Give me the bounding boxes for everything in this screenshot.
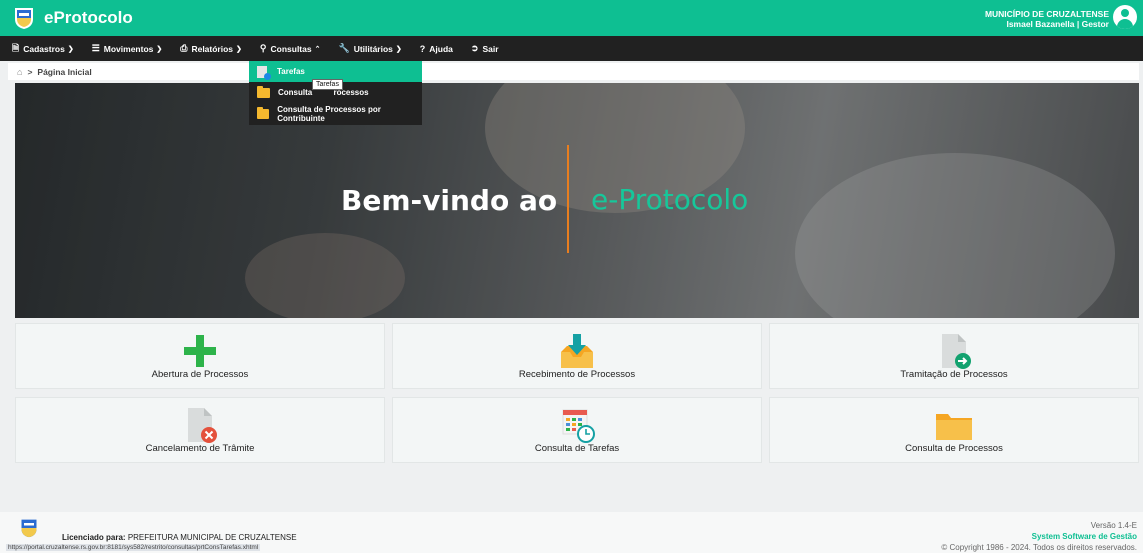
menu-cadastros[interactable]: 🗎 Cadastros ❯	[12, 41, 74, 57]
folder-icon	[257, 106, 270, 119]
calendar-clock-icon	[557, 406, 597, 444]
shortcut-recebimento-processos[interactable]: Recebimento de Processos	[392, 323, 762, 389]
footer: Licenciado para: PREFEITURA MUNICIPAL DE…	[0, 512, 1143, 553]
user-avatar-icon[interactable]	[1113, 5, 1137, 29]
menu-movimentos[interactable]: ☰ Movimentos ❯	[92, 43, 163, 54]
shortcut-tramitacao-processos[interactable]: Tramitação de Processos	[769, 323, 1139, 389]
menu-item-label: Consulta de Processos por Contribuinte	[277, 104, 381, 123]
user-info[interactable]: MUNICÍPIO DE CRUZALTENSE Ismael Bazanell…	[985, 9, 1109, 29]
licensee-name: PREFEITURA MUNICIPAL DE CRUZALTENSE	[127, 533, 297, 542]
copyright-text: © Copyright 1986 - 2024. Todos os direit…	[941, 543, 1137, 552]
shortcut-label: Consulta de Processos	[905, 443, 1003, 454]
version-text: Versão 1.4-E	[1090, 521, 1137, 530]
chevron-down-icon: ❯	[236, 45, 242, 53]
list-icon: ☰	[91, 43, 100, 53]
home-icon[interactable]: ⌂	[17, 67, 22, 77]
menu-label: Consultas	[270, 43, 312, 54]
breadcrumb: ⌂ > Página Inicial	[8, 63, 1139, 80]
menu-relatorios[interactable]: ⎙ Relatórios ❯	[180, 43, 242, 54]
main-menu: 🗎 Cadastros ❯ ☰ Movimentos ❯ ⎙ Relatório…	[0, 36, 1143, 61]
menu-label: Utilitários	[353, 43, 393, 54]
menu-label: Ajuda	[429, 43, 453, 54]
folder-icon	[934, 406, 974, 444]
product-name: e-Protocolo	[591, 183, 749, 216]
menu-utilitarios[interactable]: 🔧 Utilitários ❯	[338, 43, 401, 54]
menu-label: Cadastros	[23, 43, 65, 54]
wrench-icon: 🔧	[338, 43, 350, 53]
status-bar-url: https://portal.cruzaltense.rs.gov.br:818…	[6, 544, 261, 551]
menu-label: Movimentos	[103, 43, 154, 54]
welcome-banner: Bem-vindo ao e-Protocolo	[15, 83, 1139, 318]
document-icon: 🗎	[12, 42, 20, 53]
shortcut-label: Abertura de Processos	[151, 369, 249, 380]
menu-item-label: Tarefas	[277, 67, 305, 76]
sign-out-icon: ➲	[470, 43, 479, 53]
license-label: Licenciado para:	[62, 533, 126, 542]
chevron-down-icon: ❯	[67, 45, 74, 53]
chevron-down-icon: ❯	[395, 45, 402, 53]
top-header: eProtocolo MUNICÍPIO DE CRUZALTENSE Isma…	[0, 0, 1143, 36]
shortcut-label: Recebimento de Processos	[518, 369, 636, 380]
shortcut-cancelamento-tramite[interactable]: Cancelamento de Trâmite	[15, 397, 385, 463]
vendor-link[interactable]: System Software de Gestão	[941, 531, 1137, 542]
printer-icon: ⎙	[180, 43, 188, 53]
welcome-text: Bem-vindo ao	[341, 184, 558, 217]
shortcut-abertura-processos[interactable]: Abertura de Processos	[15, 323, 385, 389]
document-forward-icon	[934, 332, 974, 370]
menu-label: Relatórios	[191, 43, 234, 54]
consultas-dropdown: Tarefas Consulta rocessos Consulta de Pr…	[249, 61, 422, 125]
menu-consultas[interactable]: ⚲ Consultas ⌃	[260, 43, 321, 54]
breadcrumb-current: Página Inicial	[37, 66, 92, 77]
menu-label: Sair	[482, 43, 499, 54]
shortcut-consulta-tarefas[interactable]: Consulta de Tarefas	[392, 397, 762, 463]
app-title[interactable]: eProtocolo	[44, 8, 133, 28]
shortcut-label: Tramitação de Processos	[900, 369, 1008, 380]
question-icon: ?	[419, 43, 426, 54]
chevron-up-icon: ⌃	[314, 45, 321, 53]
inbox-download-icon	[557, 332, 597, 370]
document-cancel-icon	[180, 406, 220, 444]
banner-divider	[567, 145, 569, 253]
license-info: Licenciado para: PREFEITURA MUNICIPAL DE…	[62, 533, 297, 542]
chevron-down-icon: ❯	[156, 45, 163, 53]
shortcut-label: Consulta de Tarefas	[534, 443, 620, 454]
menu-ajuda[interactable]: ? Ajuda	[420, 44, 453, 54]
plus-icon	[180, 332, 220, 370]
org-name: MUNICÍPIO DE CRUZALTENSE	[984, 9, 1109, 19]
version-info: Versão 1.4-E System Software de Gestão ©…	[941, 520, 1137, 553]
tooltip: Tarefas	[312, 79, 343, 90]
municipal-crest-logo	[19, 518, 39, 538]
shortcut-label: Cancelamento de Trâmite	[145, 443, 255, 454]
user-name-role: Ismael Bazanella | Gestor	[1006, 19, 1109, 29]
folder-icon	[257, 85, 270, 98]
menu-sair[interactable]: ➲ Sair	[471, 43, 499, 54]
municipal-crest-logo[interactable]	[13, 6, 35, 30]
menu-item-consulta-contribuinte[interactable]: Consulta de Processos por Contribuinte	[249, 103, 422, 124]
shortcut-consulta-processos[interactable]: Consulta de Processos	[769, 397, 1139, 463]
search-icon: ⚲	[259, 43, 267, 53]
chevron-right-icon: >	[27, 66, 33, 77]
tasks-icon	[257, 65, 271, 80]
